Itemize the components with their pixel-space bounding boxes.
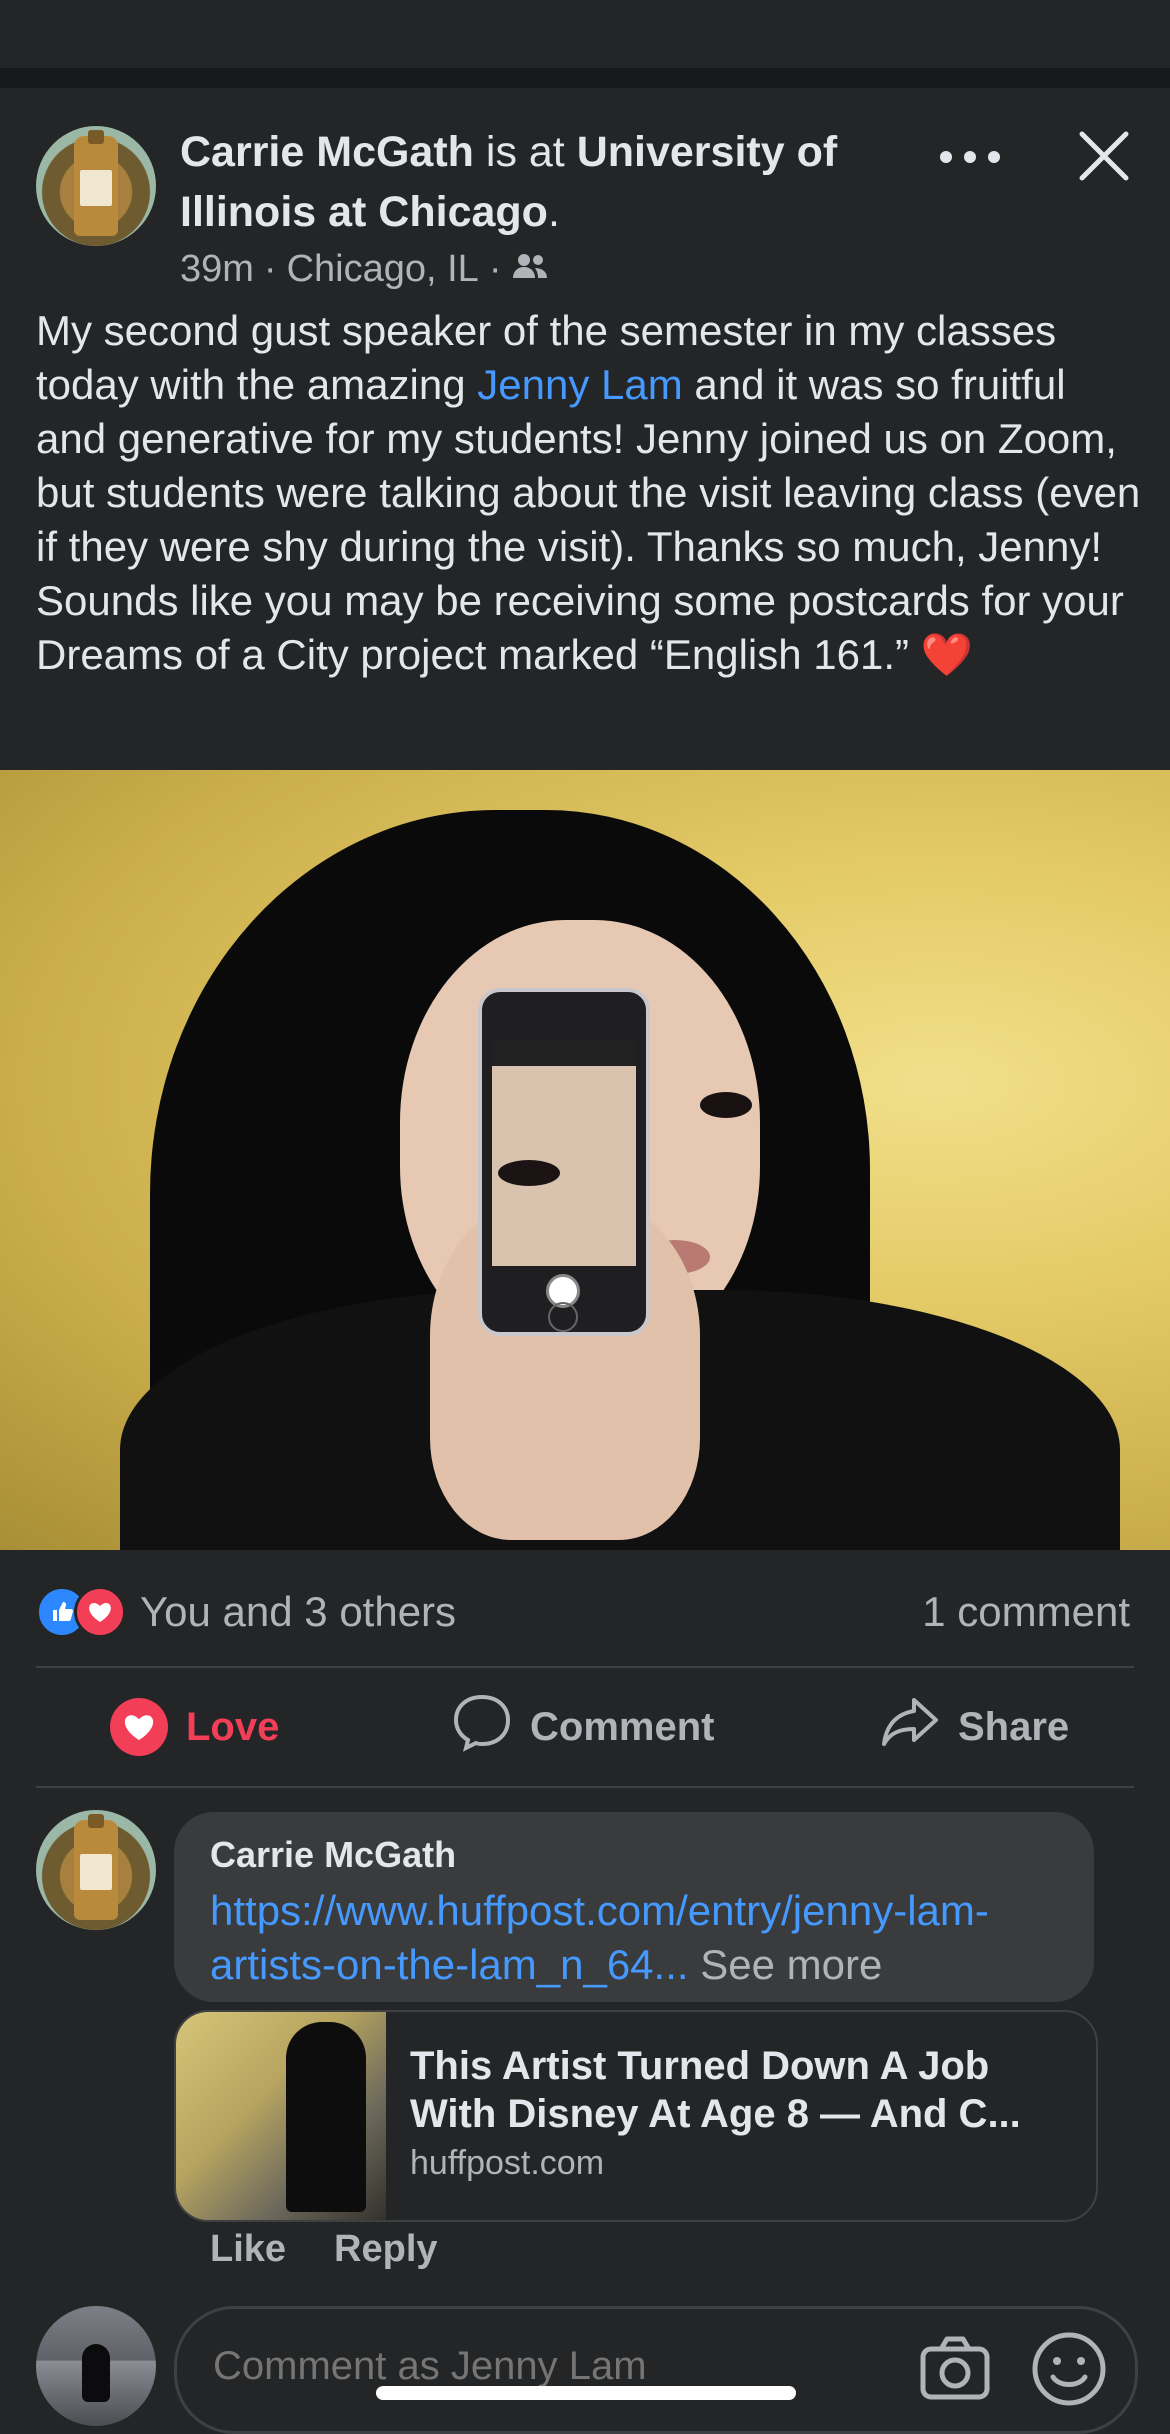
post-header: Carrie McGath is at University of Illino… bbox=[180, 122, 940, 242]
link-preview-domain: huffpost.com bbox=[410, 2144, 605, 2182]
phone-screen bbox=[492, 1040, 636, 1266]
share-icon bbox=[880, 1694, 940, 1760]
is-at-text: is at bbox=[473, 128, 577, 176]
author-name[interactable]: Carrie McGath bbox=[180, 128, 474, 176]
comment-label: Comment bbox=[530, 1704, 715, 1749]
meta-separator: · bbox=[263, 248, 277, 290]
section-divider bbox=[0, 68, 1170, 88]
post-photo[interactable] bbox=[0, 770, 1170, 1550]
link-preview-card[interactable]: This Artist Turned Down A Job With Disne… bbox=[174, 2010, 1098, 2222]
post-city[interactable]: Chicago, IL bbox=[287, 248, 479, 291]
share-button[interactable]: Share bbox=[880, 1672, 1069, 1782]
meta-separator: · bbox=[488, 248, 502, 290]
comment-reply-button[interactable]: Reply bbox=[334, 2228, 437, 2271]
comment-actions: Like Reply bbox=[210, 2228, 438, 2271]
share-label: Share bbox=[958, 1704, 1070, 1749]
divider bbox=[36, 1666, 1134, 1668]
header-period: . bbox=[547, 188, 560, 236]
photo-phone bbox=[478, 988, 650, 1336]
comment-composer[interactable] bbox=[174, 2306, 1138, 2434]
camera-icon[interactable] bbox=[917, 2331, 993, 2407]
close-icon[interactable] bbox=[1076, 128, 1132, 184]
love-reaction-icon bbox=[74, 1586, 126, 1638]
author-avatar[interactable] bbox=[36, 126, 156, 246]
link-preview-thumbnail bbox=[176, 2012, 386, 2220]
love-label: Love bbox=[186, 1704, 280, 1749]
smiley-icon[interactable] bbox=[1029, 2329, 1109, 2409]
comment-like-button[interactable]: Like bbox=[210, 2228, 286, 2271]
see-more-link[interactable]: See more bbox=[689, 1941, 882, 1988]
post-meta: 39m · Chicago, IL · bbox=[180, 248, 549, 291]
love-button[interactable]: Love bbox=[110, 1672, 279, 1782]
post-text: My second gust speaker of the semester i… bbox=[36, 304, 1146, 682]
reactions-text: You and 3 others bbox=[140, 1588, 457, 1635]
more-icon[interactable] bbox=[940, 140, 1000, 174]
phone-home-button bbox=[548, 1302, 578, 1332]
comment-input[interactable] bbox=[211, 2343, 855, 2390]
reaction-summary[interactable]: You and 3 others bbox=[36, 1582, 456, 1642]
comments-count[interactable]: 1 comment bbox=[922, 1582, 1130, 1642]
avatar-image bbox=[74, 130, 118, 236]
comment-button[interactable]: Comment bbox=[452, 1672, 714, 1782]
action-bar: Love Comment Share bbox=[0, 1672, 1170, 1782]
comment-text: https://www.huffpost.com/entry/jenny-lam… bbox=[210, 1884, 1070, 1992]
link-preview-title: This Artist Turned Down A Job With Disne… bbox=[410, 2044, 1021, 2136]
comment-author[interactable]: Carrie McGath bbox=[210, 1834, 456, 1876]
post-time[interactable]: 39m bbox=[180, 248, 254, 291]
divider bbox=[36, 1786, 1134, 1788]
friends-icon bbox=[511, 248, 549, 291]
status-bar bbox=[0, 0, 1170, 68]
commenter-avatar[interactable] bbox=[36, 1810, 156, 1930]
post-text-part2: and it was so fruitful and generative fo… bbox=[36, 361, 1141, 678]
heart-icon bbox=[110, 1698, 168, 1756]
comment-bubble: Carrie McGath https://www.huffpost.com/e… bbox=[174, 1812, 1094, 2002]
comment-icon bbox=[452, 1692, 512, 1762]
avatar-image bbox=[74, 1814, 118, 1920]
photo-subject-eye bbox=[700, 1092, 752, 1118]
mention-link[interactable]: Jenny Lam bbox=[477, 361, 682, 408]
heart-emoji: ❤️ bbox=[920, 631, 973, 678]
current-user-avatar bbox=[36, 2306, 156, 2426]
home-indicator[interactable] bbox=[376, 2386, 796, 2400]
